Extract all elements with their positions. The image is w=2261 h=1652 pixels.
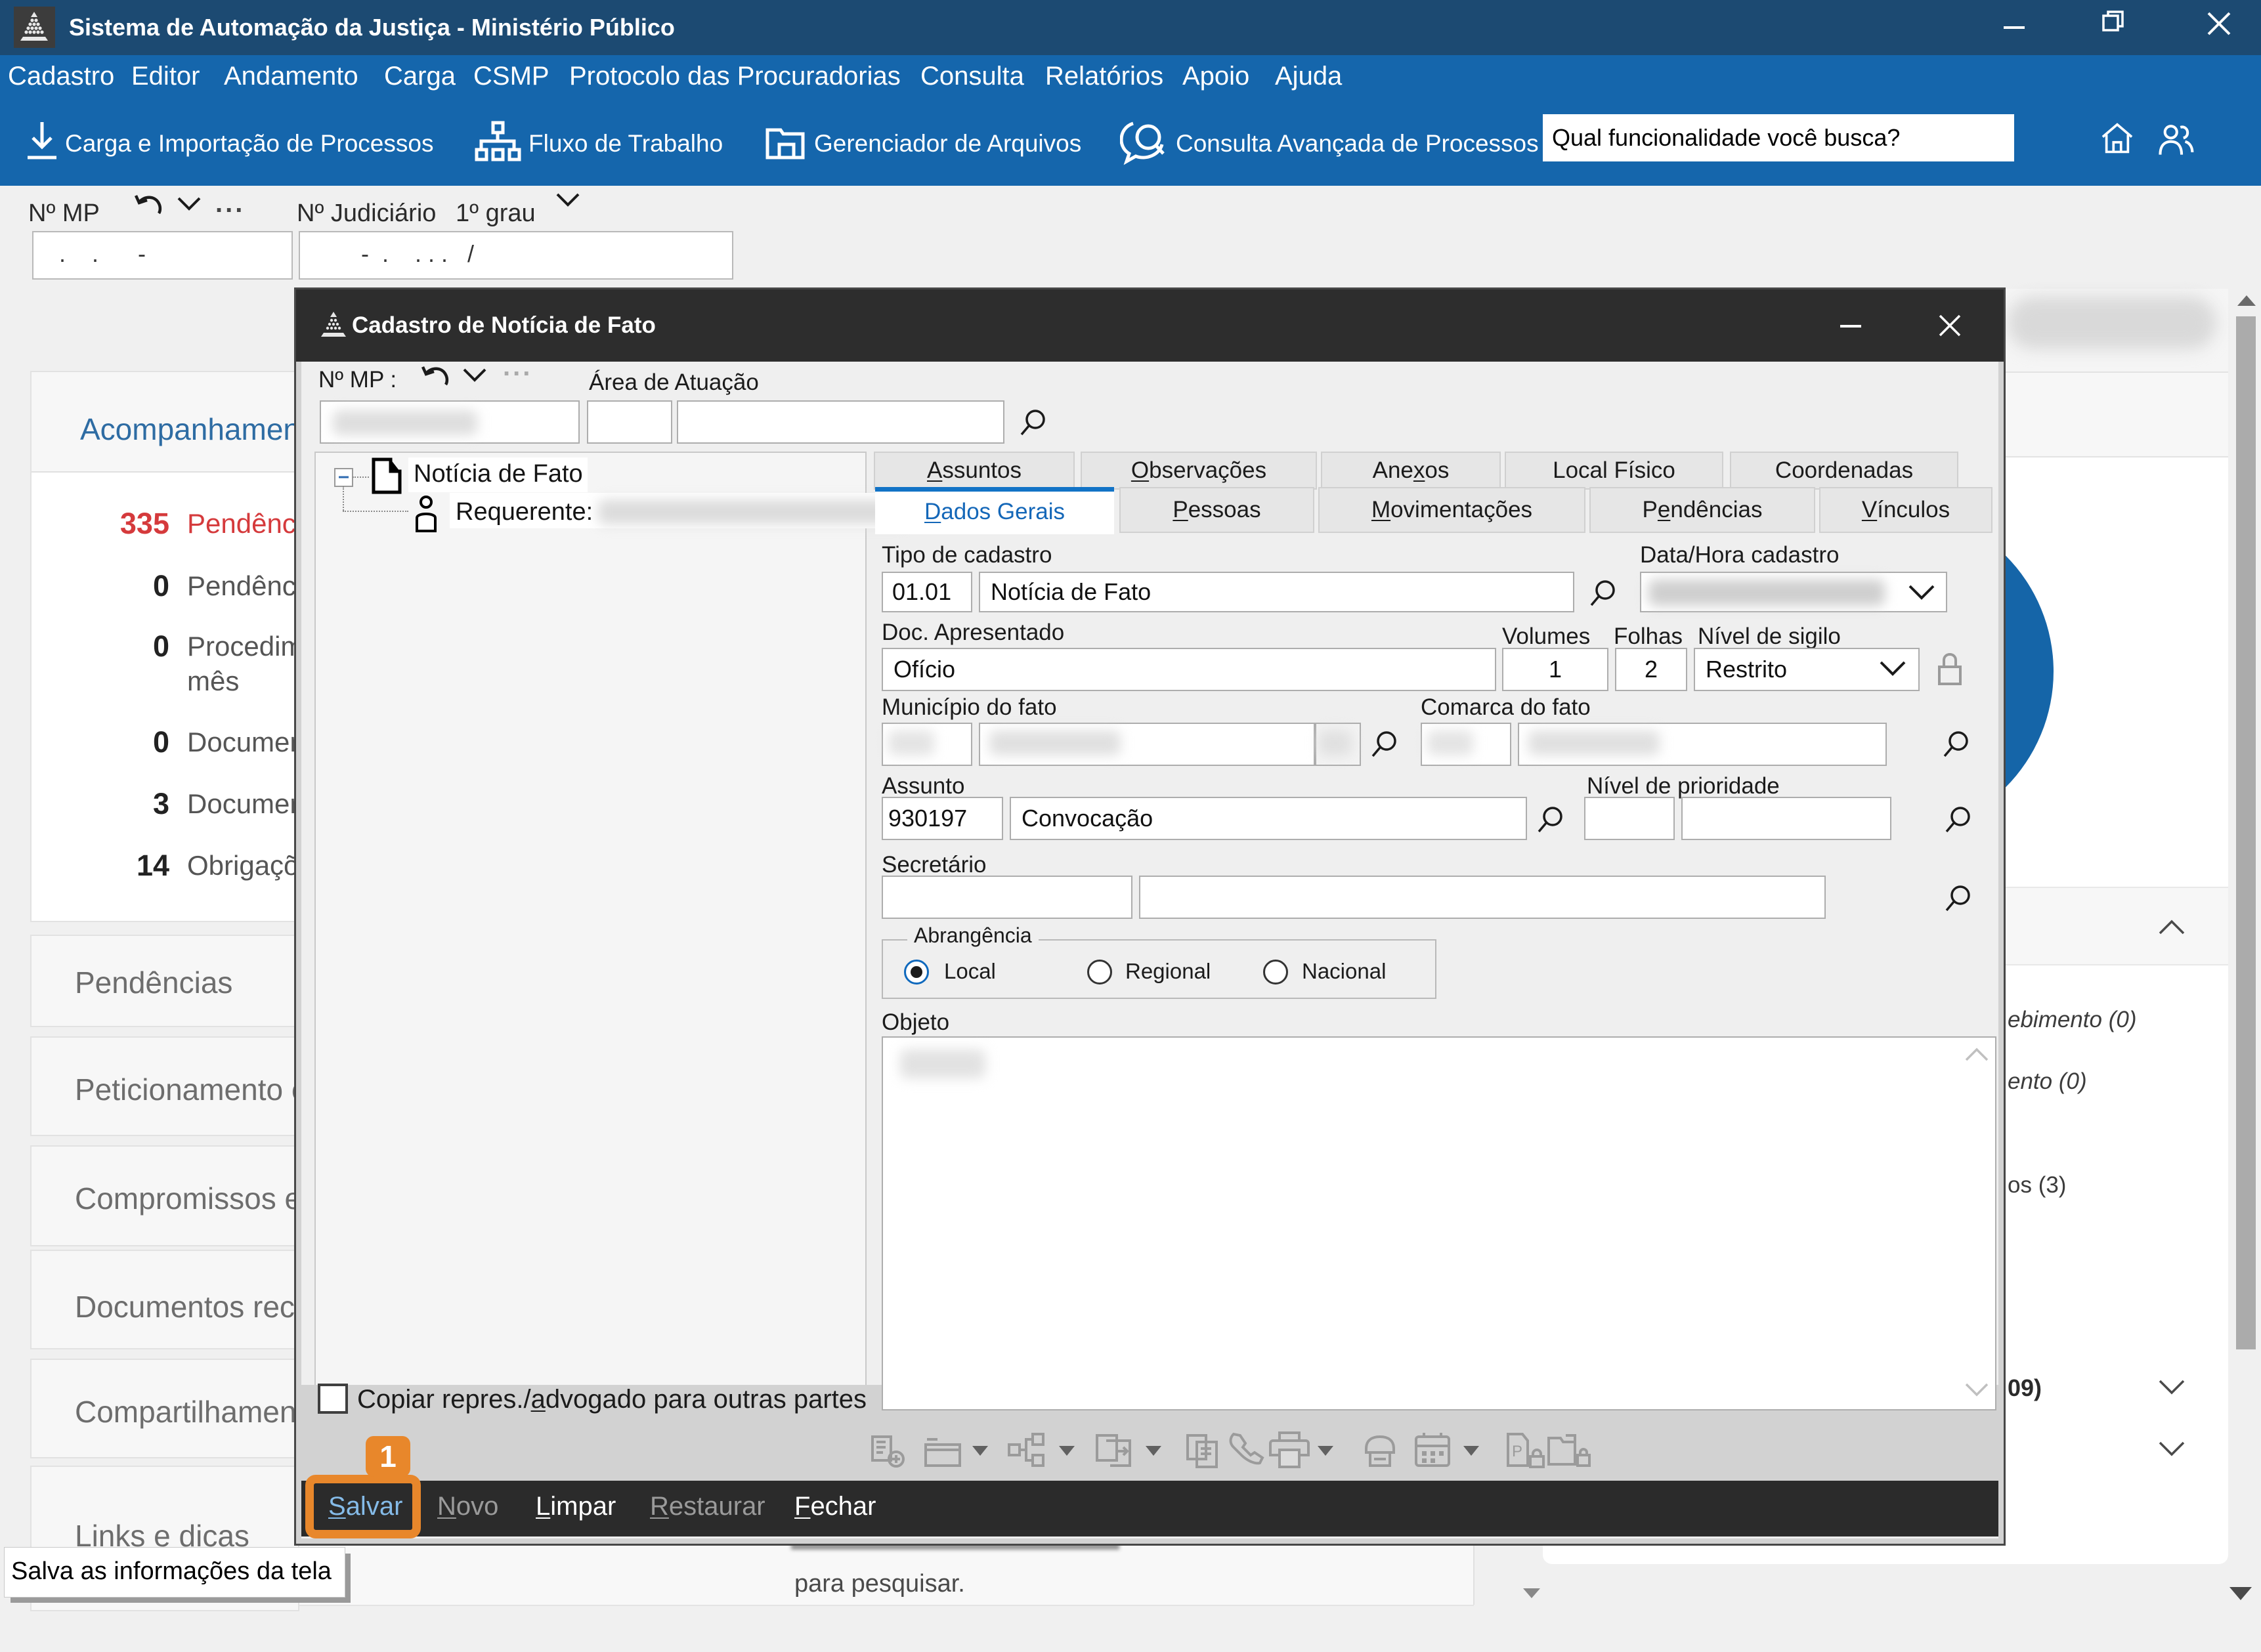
svg-text:P: P [1512,1443,1522,1460]
